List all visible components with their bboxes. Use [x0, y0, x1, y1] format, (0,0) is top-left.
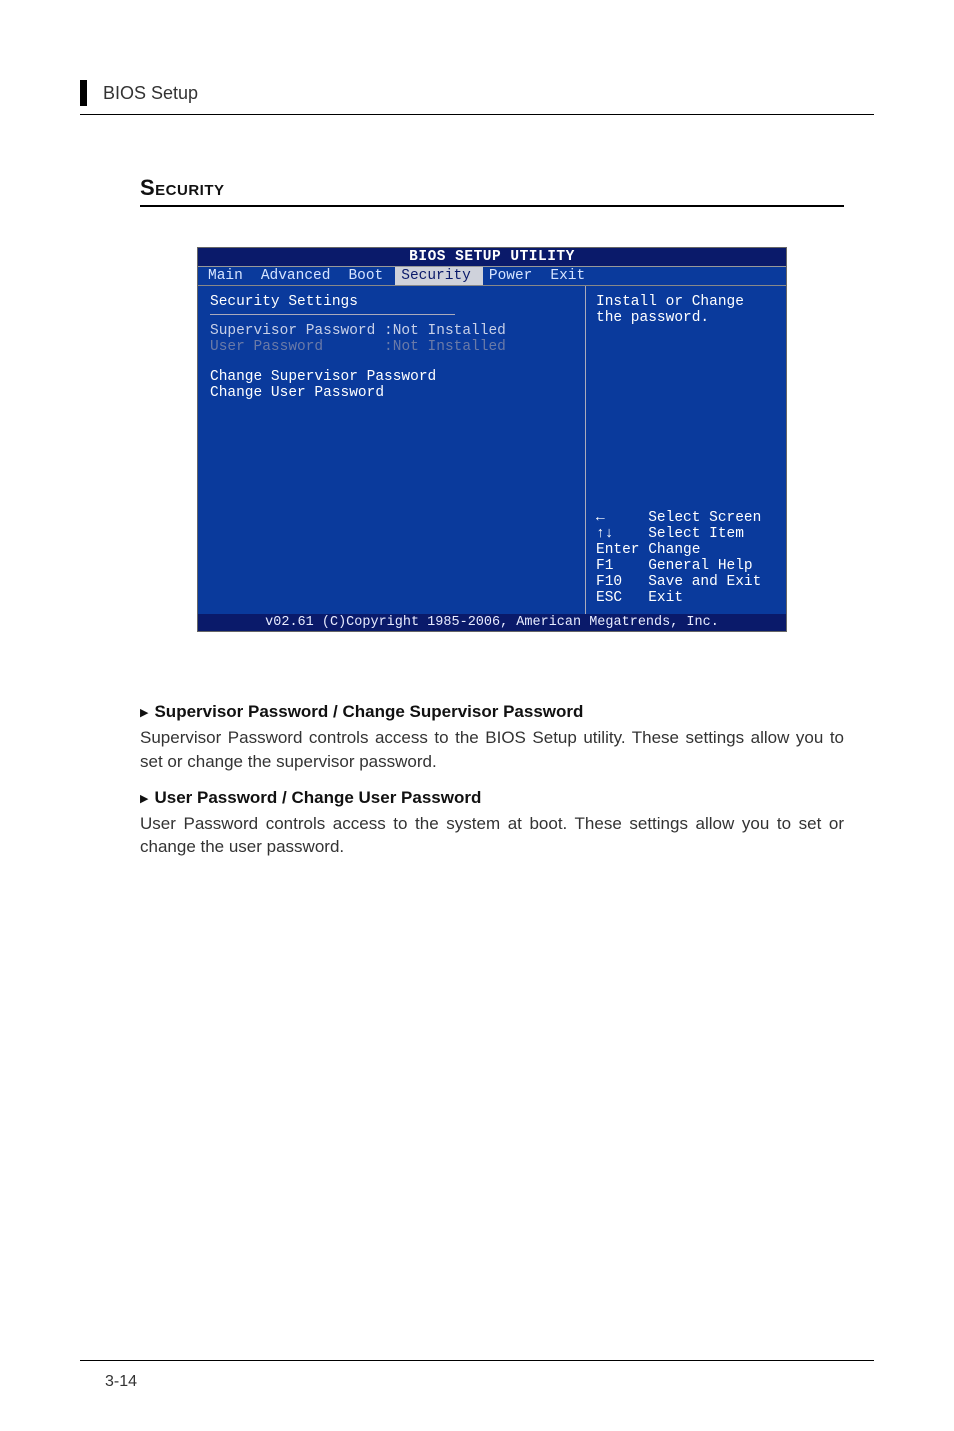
bios-screenshot: BIOS SETUP UTILITY Main Advanced Boot Se…	[197, 247, 787, 632]
triangle-icon: ▶	[140, 793, 148, 805]
bios-body: Security Settings Supervisor Password :N…	[198, 286, 786, 614]
bios-help-text: Install or Change the password.	[596, 294, 776, 326]
bios-change-supervisor[interactable]: Change Supervisor Password	[210, 369, 573, 385]
bios-supervisor-value: :Not Installed	[384, 323, 506, 339]
page-number: 3-14	[105, 1373, 137, 1391]
key-label: Select Screen	[648, 510, 761, 526]
key-arrow-left-icon: ←	[596, 510, 605, 526]
key-label: Change	[648, 542, 700, 558]
item-heading: ▶ User Password / Change User Password	[140, 788, 844, 808]
bios-user-value: :Not Installed	[384, 339, 506, 355]
key-arrows-updown-icon: ↑↓	[596, 526, 613, 542]
key-label: Select Item	[648, 526, 744, 542]
bios-menu-main[interactable]: Main	[202, 267, 255, 285]
bios-key-row: ← Select Screen	[596, 510, 776, 526]
bios-menu-security[interactable]: Security	[395, 267, 483, 285]
bios-menu-power[interactable]: Power	[483, 267, 545, 285]
key-f1: F1	[596, 558, 613, 574]
bios-supervisor-label: Supervisor Password	[210, 323, 375, 339]
page-header: BIOS Setup	[80, 80, 874, 106]
section-rule	[140, 205, 844, 207]
page: BIOS Setup Security BIOS SETUP UTILITY M…	[0, 0, 954, 1431]
header-rule	[80, 114, 874, 115]
key-esc: ESC	[596, 590, 622, 606]
key-label: General Help	[648, 558, 752, 574]
bios-key-row: F10 Save and Exit	[596, 574, 776, 590]
bios-right-pane: Install or Change the password. ← Select…	[586, 286, 786, 614]
footer-rule	[80, 1360, 874, 1361]
bios-left-pane: Security Settings Supervisor Password :N…	[198, 286, 586, 614]
triangle-icon: ▶	[140, 707, 148, 719]
item-body-text: Supervisor Password controls access to t…	[140, 726, 844, 774]
bios-user-row: User Password :Not Installed	[210, 339, 573, 355]
bios-key-legend: ← Select Screen ↑↓ Select Item Enter Cha…	[596, 510, 776, 606]
bios-menubar: Main Advanced Boot Security Power Exit	[198, 267, 786, 286]
bios-key-row: ESC Exit	[596, 590, 776, 606]
bios-menu-advanced[interactable]: Advanced	[255, 267, 343, 285]
bios-key-row: ↑↓ Select Item	[596, 526, 776, 542]
description-item: ▶ Supervisor Password / Change Supervisor…	[140, 702, 844, 774]
bios-section-heading: Security Settings	[210, 294, 573, 310]
section-title: Security	[140, 175, 844, 201]
bios-user-label: User Password	[210, 339, 323, 355]
bios-menu-boot[interactable]: Boot	[342, 267, 395, 285]
key-f10: F10	[596, 574, 622, 590]
bios-key-row: Enter Change	[596, 542, 776, 558]
spacer	[210, 355, 573, 369]
bios-footer: v02.61 (C)Copyright 1985-2006, American …	[198, 614, 786, 631]
content-area: Security BIOS SETUP UTILITY Main Advance…	[80, 175, 874, 859]
item-body-text: User Password controls access to the sys…	[140, 812, 844, 860]
header-title: BIOS Setup	[103, 83, 198, 104]
key-label: Save and Exit	[648, 574, 761, 590]
bios-change-user[interactable]: Change User Password	[210, 385, 573, 401]
item-heading-text: User Password / Change User Password	[154, 788, 481, 807]
bios-title: BIOS SETUP UTILITY	[198, 248, 786, 267]
item-heading-text: Supervisor Password / Change Supervisor …	[154, 702, 583, 721]
key-label: Exit	[648, 590, 683, 606]
item-heading: ▶ Supervisor Password / Change Supervisor…	[140, 702, 844, 722]
header-bar-icon	[80, 80, 87, 106]
description-item: ▶ User Password / Change User Password Us…	[140, 788, 844, 860]
bios-supervisor-row: Supervisor Password :Not Installed	[210, 323, 573, 339]
key-enter: Enter	[596, 542, 640, 558]
bios-menu-exit[interactable]: Exit	[544, 267, 597, 285]
bios-key-row: F1 General Help	[596, 558, 776, 574]
bios-separator	[210, 314, 455, 315]
